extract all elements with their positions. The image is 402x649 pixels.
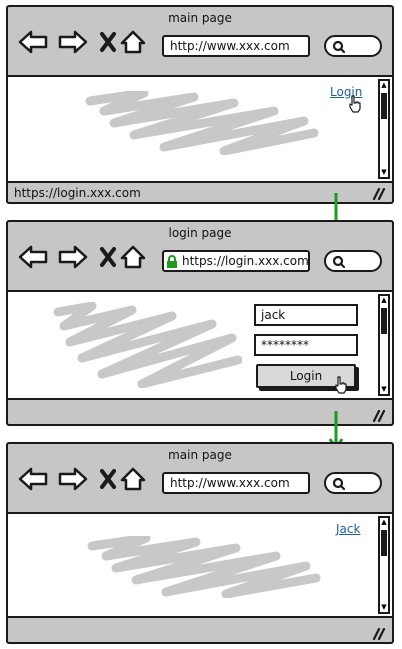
address-bar[interactable]: http://www.xxx.com bbox=[162, 472, 310, 494]
home-icon[interactable] bbox=[120, 30, 146, 54]
forward-arrow-icon[interactable] bbox=[58, 245, 88, 269]
home-icon[interactable] bbox=[120, 245, 146, 269]
browser-window-main-page-logged-in: main page http://www.xxx.com Jack ▲ ▼ bbox=[6, 442, 394, 644]
scroll-thumb[interactable] bbox=[381, 93, 387, 119]
lock-icon bbox=[167, 255, 177, 268]
page-content: jack ******** Login ▲ ▼ bbox=[8, 290, 392, 400]
user-name-link[interactable]: Jack bbox=[336, 522, 360, 536]
content-placeholder-scribble bbox=[87, 536, 321, 598]
scroll-down-icon[interactable]: ▼ bbox=[380, 168, 388, 177]
window-title: main page bbox=[168, 448, 232, 462]
stop-icon[interactable] bbox=[100, 469, 116, 489]
window-title: login page bbox=[168, 226, 232, 240]
nav-buttons bbox=[18, 467, 146, 491]
browser-window-main-page: main page http://www.xxx.com Login ▲ ▼ h… bbox=[6, 5, 394, 204]
address-bar[interactable]: http://www.xxx.com bbox=[162, 35, 310, 57]
username-field[interactable]: jack bbox=[254, 304, 358, 326]
search-icon bbox=[332, 40, 346, 54]
search-box[interactable] bbox=[324, 472, 382, 494]
content-placeholder-scribble bbox=[85, 91, 319, 155]
back-arrow-icon[interactable] bbox=[18, 30, 48, 54]
resize-grip-icon[interactable] bbox=[372, 188, 386, 200]
scroll-up-icon[interactable]: ▲ bbox=[380, 81, 388, 90]
resize-grip-icon[interactable] bbox=[372, 410, 386, 422]
address-bar[interactable]: https://login.xxx.com bbox=[162, 250, 310, 272]
scroll-up-icon[interactable]: ▲ bbox=[380, 518, 388, 527]
scroll-thumb[interactable] bbox=[381, 308, 387, 334]
password-field[interactable]: ******** bbox=[254, 334, 358, 356]
browser-window-login-page: login page https://login.xxx.com jack **… bbox=[6, 220, 394, 426]
nav-buttons bbox=[18, 245, 146, 269]
nav-buttons bbox=[18, 30, 146, 54]
search-box[interactable] bbox=[324, 35, 382, 57]
home-icon[interactable] bbox=[120, 467, 146, 491]
resize-grip-icon[interactable] bbox=[372, 628, 386, 640]
scroll-down-icon[interactable]: ▼ bbox=[380, 385, 388, 394]
page-content: Jack ▲ ▼ bbox=[8, 512, 392, 618]
back-arrow-icon[interactable] bbox=[18, 245, 48, 269]
back-arrow-icon[interactable] bbox=[18, 467, 48, 491]
stop-icon[interactable] bbox=[100, 32, 116, 52]
scrollbar[interactable]: ▲ ▼ bbox=[378, 79, 390, 179]
scroll-up-icon[interactable]: ▲ bbox=[380, 296, 388, 305]
stop-icon[interactable] bbox=[100, 247, 116, 267]
scroll-thumb[interactable] bbox=[381, 530, 387, 556]
search-box[interactable] bbox=[324, 250, 382, 272]
search-icon bbox=[332, 255, 346, 269]
hand-cursor-icon bbox=[349, 95, 361, 113]
hand-cursor-icon bbox=[335, 376, 347, 394]
page-content: Login ▲ ▼ bbox=[8, 75, 392, 183]
forward-arrow-icon[interactable] bbox=[58, 467, 88, 491]
search-icon bbox=[332, 477, 346, 491]
status-bar-text: https://login.xxx.com bbox=[14, 186, 141, 200]
forward-arrow-icon[interactable] bbox=[58, 30, 88, 54]
content-placeholder-scribble bbox=[53, 302, 242, 388]
scroll-down-icon[interactable]: ▼ bbox=[380, 603, 388, 612]
address-bar-text: https://login.xxx.com bbox=[182, 254, 309, 268]
scrollbar[interactable]: ▲ ▼ bbox=[378, 516, 390, 614]
window-title: main page bbox=[168, 11, 232, 25]
scrollbar[interactable]: ▲ ▼ bbox=[378, 294, 390, 396]
